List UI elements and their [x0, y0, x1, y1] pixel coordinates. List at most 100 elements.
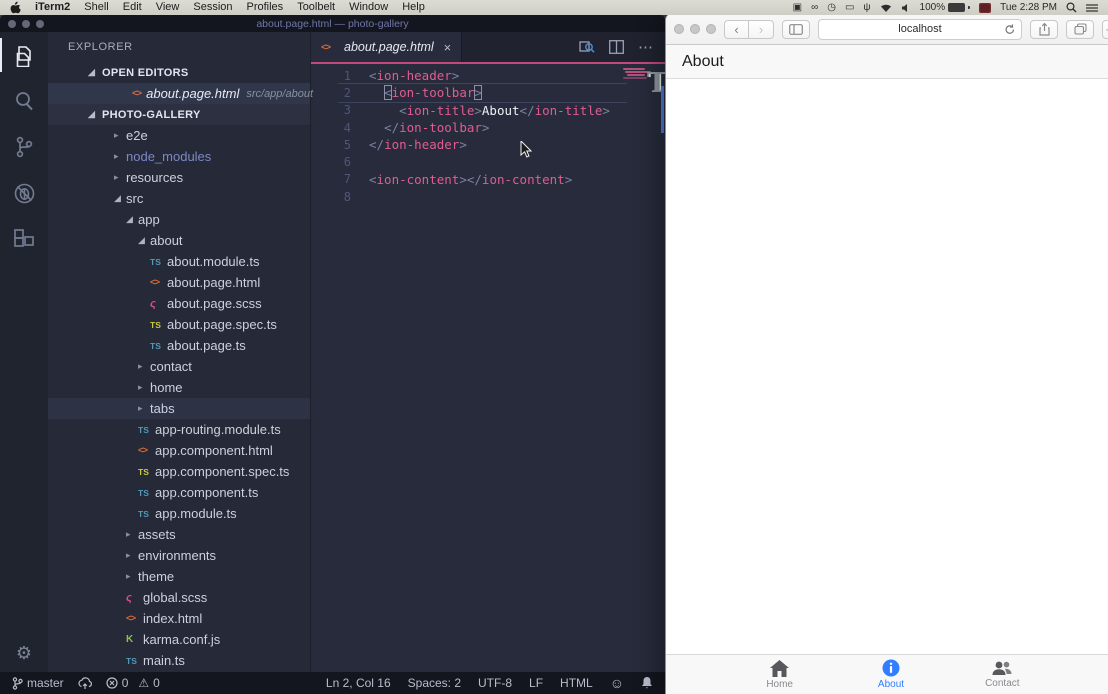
- tree-file-app-component-spec-ts[interactable]: TSapp.component.spec.ts: [48, 461, 310, 482]
- menu-item-iterm2[interactable]: iTerm2: [35, 0, 70, 15]
- more-actions-icon[interactable]: ⋯: [638, 38, 653, 56]
- tab-about-page-html[interactable]: <> about.page.html ×: [311, 32, 462, 62]
- ionic-tab-contact[interactable]: Contact: [947, 655, 1058, 694]
- screen-record-icon[interactable]: ▣: [793, 0, 802, 15]
- encoding-status[interactable]: UTF-8: [478, 676, 512, 690]
- code-editor[interactable]: 1<ion-header>2 <ion-toolbar>3 <ion-title…: [311, 64, 665, 672]
- forward-button[interactable]: ›: [749, 20, 774, 39]
- minimize-window-button[interactable]: [690, 24, 700, 34]
- line-number: 2: [311, 86, 351, 100]
- menubar-clock[interactable]: Tue 2:28 PM: [1000, 2, 1057, 13]
- volume-icon[interactable]: [901, 3, 911, 13]
- clock-menu-icon[interactable]: ◷: [827, 0, 836, 15]
- zoom-window-button[interactable]: [706, 24, 716, 34]
- code-line-5[interactable]: 5</ion-header>: [311, 136, 665, 153]
- menu-item-help[interactable]: Help: [402, 0, 425, 15]
- open-preview-icon[interactable]: [579, 39, 595, 55]
- tree-folder-contact[interactable]: ▸contact: [48, 356, 310, 377]
- code-line-8[interactable]: 8: [311, 188, 665, 205]
- menu-item-edit[interactable]: Edit: [123, 0, 142, 15]
- sync-publish-icon[interactable]: [78, 677, 92, 690]
- problems-status[interactable]: 0 ⚠ 0: [106, 676, 160, 690]
- contacts-icon: [991, 660, 1013, 676]
- cursor-position-status[interactable]: Ln 2, Col 16: [326, 676, 391, 690]
- extensions-icon[interactable]: [0, 216, 48, 262]
- git-branch-status[interactable]: master: [12, 676, 64, 690]
- share-icon[interactable]: [1030, 20, 1058, 39]
- tree-folder-resources[interactable]: ▸resources: [48, 167, 310, 188]
- tree-folder-about[interactable]: ◢about: [48, 230, 310, 251]
- apple-menu-icon[interactable]: [10, 1, 21, 14]
- refresh-icon[interactable]: [1005, 24, 1015, 35]
- tree-folder-assets[interactable]: ▸assets: [48, 524, 310, 545]
- wifi-icon[interactable]: [880, 3, 892, 13]
- source-control-icon[interactable]: [0, 124, 48, 170]
- menu-extra-app-icon[interactable]: [979, 3, 991, 13]
- notifications-bell-icon[interactable]: [641, 676, 653, 690]
- tree-file-app-component-ts[interactable]: TSapp.component.ts: [48, 482, 310, 503]
- address-bar[interactable]: localhost: [818, 19, 1022, 40]
- code-line-2[interactable]: 2 <ion-toolbar>: [311, 84, 665, 101]
- open-editors-header[interactable]: ◢ OPEN EDITORS: [48, 62, 310, 83]
- tree-file-about-module-ts[interactable]: TSabout.module.ts: [48, 251, 310, 272]
- explorer-icon[interactable]: [0, 32, 48, 78]
- tree-item-label: app-routing.module.ts: [155, 422, 281, 437]
- show-tabs-icon[interactable]: [1066, 20, 1094, 39]
- tree-file-global-scss[interactable]: ςglobal.scss: [48, 587, 310, 608]
- split-editor-icon[interactable]: [609, 40, 624, 54]
- ionic-tab-about[interactable]: About: [835, 655, 946, 694]
- tree-folder-node-modules[interactable]: ▸node_modules: [48, 146, 310, 167]
- menu-item-view[interactable]: View: [156, 0, 180, 15]
- menu-item-session[interactable]: Session: [193, 0, 232, 15]
- tree-file-about-page-html[interactable]: <>about.page.html: [48, 272, 310, 293]
- project-section-header[interactable]: ◢ PHOTO-GALLERY: [48, 104, 310, 125]
- tree-file-app-module-ts[interactable]: TSapp.module.ts: [48, 503, 310, 524]
- menu-item-shell[interactable]: Shell: [84, 0, 108, 15]
- notification-center-icon[interactable]: [1086, 3, 1098, 13]
- tree-folder-environments[interactable]: ▸environments: [48, 545, 310, 566]
- tree-folder-tabs[interactable]: ▸tabs: [48, 398, 310, 419]
- code-line-1[interactable]: 1<ion-header>: [311, 67, 665, 84]
- display-mirroring-icon[interactable]: ▭: [845, 0, 854, 15]
- settings-gear-icon[interactable]: ⚙: [0, 643, 48, 664]
- indentation-status[interactable]: Spaces: 2: [408, 676, 461, 690]
- code-line-6[interactable]: 6: [311, 153, 665, 170]
- language-mode-status[interactable]: HTML: [560, 676, 593, 690]
- chevron-collapsed-icon: ▸: [114, 151, 126, 162]
- tree-file-main-ts[interactable]: TSmain.ts: [48, 650, 310, 671]
- tree-file-about-page-spec-ts[interactable]: TSabout.page.spec.ts: [48, 314, 310, 335]
- vscode-titlebar[interactable]: about.page.html — photo-gallery: [0, 15, 665, 32]
- tree-file-karma-conf-js[interactable]: Kkarma.conf.js: [48, 629, 310, 650]
- tree-folder-app[interactable]: ◢app: [48, 209, 310, 230]
- tree-file-about-page-ts[interactable]: TSabout.page.ts: [48, 335, 310, 356]
- glasses-icon[interactable]: ∞: [811, 0, 818, 15]
- open-editor-item-about-page-html[interactable]: <> about.page.html src/app/about: [48, 83, 310, 104]
- code-line-4[interactable]: 4 </ion-toolbar>: [311, 119, 665, 136]
- menu-item-window[interactable]: Window: [349, 0, 388, 15]
- back-button[interactable]: ‹: [724, 20, 749, 39]
- menu-item-toolbelt[interactable]: Toolbelt: [297, 0, 335, 15]
- new-tab-button[interactable]: +: [1102, 20, 1108, 39]
- feedback-smiley-icon[interactable]: ☺: [610, 675, 624, 691]
- eol-status[interactable]: LF: [529, 676, 543, 690]
- tree-file-about-page-scss[interactable]: ςabout.page.scss: [48, 293, 310, 314]
- tree-folder-src[interactable]: ◢src: [48, 188, 310, 209]
- debug-icon[interactable]: [0, 170, 48, 216]
- spotlight-icon[interactable]: [1066, 2, 1077, 13]
- tree-folder-home[interactable]: ▸home: [48, 377, 310, 398]
- tab-close-icon[interactable]: ×: [444, 40, 452, 55]
- close-window-button[interactable]: [674, 24, 684, 34]
- dongle-icon[interactable]: ψ: [863, 0, 870, 15]
- tree-folder-theme[interactable]: ▸theme: [48, 566, 310, 587]
- tree-file-app-component-html[interactable]: <>app.component.html: [48, 440, 310, 461]
- code-line-3[interactable]: 3 <ion-title>About</ion-title>: [311, 102, 665, 119]
- tree-file-app-routing-module-ts[interactable]: TSapp-routing.module.ts: [48, 419, 310, 440]
- menu-item-profiles[interactable]: Profiles: [247, 0, 284, 15]
- ionic-tab-home[interactable]: Home: [724, 655, 835, 694]
- tree-file-index-html[interactable]: <>index.html: [48, 608, 310, 629]
- code-line-7[interactable]: 7<ion-content></ion-content>: [311, 171, 665, 188]
- tree-folder-e2e[interactable]: ▸e2e: [48, 125, 310, 146]
- sidebar-toggle-icon[interactable]: [782, 20, 810, 39]
- battery-indicator[interactable]: 100%: [920, 2, 971, 13]
- search-icon[interactable]: [0, 78, 48, 124]
